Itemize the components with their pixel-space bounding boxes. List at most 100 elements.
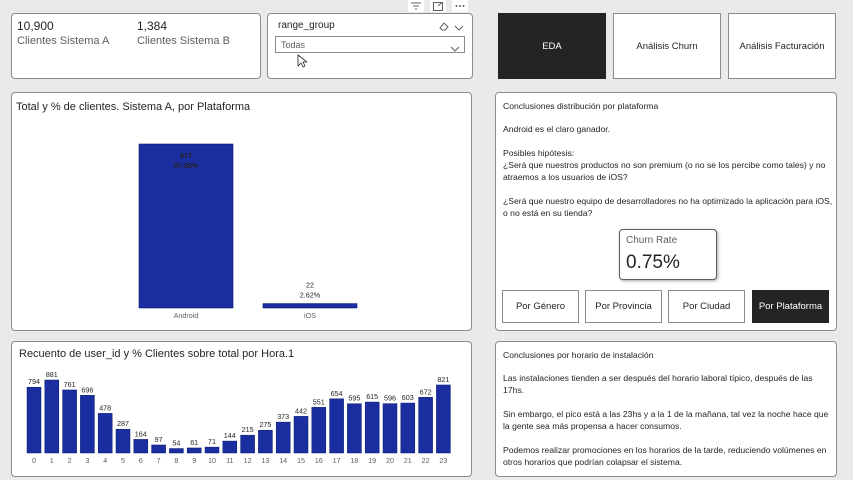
hour-bar <box>62 389 77 454</box>
by-city-button[interactable]: Por Ciudad <box>668 290 745 323</box>
hour-x-tick: 14 <box>279 456 287 465</box>
hour-bar <box>169 448 184 454</box>
eraser-icon[interactable] <box>438 19 450 31</box>
churn-rate-label: Churn Rate <box>626 235 678 246</box>
hour-data-label: 478 <box>99 403 111 412</box>
hour-bar <box>382 403 398 454</box>
platform-conclusions-p1: Android es el claro ganador. <box>503 124 611 134</box>
hour-data-label: 615 <box>366 392 378 401</box>
churn-rate-card: Churn Rate 0.75% <box>619 229 717 280</box>
hour-data-label: 61 <box>190 438 198 447</box>
hour-data-label: 215 <box>242 425 254 434</box>
platform-value-label: 817 <box>180 151 192 160</box>
hour-bar <box>240 434 255 454</box>
hour-x-tick: 12 <box>244 456 252 465</box>
hour-x-tick: 2 <box>68 456 72 465</box>
hour-bar <box>97 413 113 454</box>
platform-conclusions-p3: ¿Será que nuestro equipo de desarrollado… <box>503 196 833 218</box>
hour-x-tick: 19 <box>368 456 376 465</box>
hour-data-label: 696 <box>81 385 93 394</box>
hour-bar <box>418 397 433 454</box>
hour-bar <box>347 403 362 454</box>
hour-data-label: 287 <box>117 419 129 428</box>
hour-bar <box>26 386 42 454</box>
hour-x-tick: 10 <box>208 456 216 465</box>
nav-button-billing[interactable]: Análisis Facturación <box>728 13 836 79</box>
hour-x-tick: 11 <box>226 456 233 465</box>
hour-x-tick: 6 <box>139 456 143 465</box>
hour-x-tick: 20 <box>386 456 394 465</box>
by-platform-button[interactable]: Por Plataforma <box>752 290 829 323</box>
hour-data-label: 442 <box>295 406 307 415</box>
hour-data-label: 654 <box>331 389 343 398</box>
hour-bar <box>151 444 166 454</box>
more-options-icon[interactable] <box>452 0 468 12</box>
nav-button-eda[interactable]: EDA <box>498 13 606 79</box>
hour-data-label: 603 <box>402 393 414 402</box>
hour-data-label: 821 <box>437 375 449 384</box>
slicer-dropdown[interactable]: Todas <box>275 36 465 53</box>
hour-data-label: 672 <box>420 387 432 396</box>
hour-x-tick: 18 <box>350 456 358 465</box>
platform-percent-label: 97.38% <box>174 161 199 170</box>
focus-mode-icon[interactable] <box>430 0 446 12</box>
hour-x-tick: 23 <box>439 456 447 465</box>
hour-bar <box>311 407 327 454</box>
platform-conclusions-p2-head: Posibles hipótesis: <box>503 148 575 158</box>
hour-data-label: 275 <box>259 420 271 429</box>
hour-bar <box>204 446 220 454</box>
hour-data-label: 595 <box>348 394 360 403</box>
hour-bar <box>44 379 60 454</box>
hour-bar <box>133 439 149 454</box>
platform-bar-chart: 81797.38% Android 222.62% iOS <box>138 143 358 320</box>
hour-x-tick: 3 <box>85 456 89 465</box>
hour-x-tick: 15 <box>297 456 305 465</box>
by-province-button[interactable]: Por Provincia <box>585 290 662 323</box>
hour-x-tick: 7 <box>157 456 161 465</box>
platform-conclusions-p2-body: ¿Será que nuestros productos no son prem… <box>503 160 826 182</box>
hour-x-tick: 13 <box>261 456 269 465</box>
kpi-card: 10,900 Clientes Sistema A 1,384 Clientes… <box>11 13 261 79</box>
hour-conclusions-p3: Podemos realizar promociones en los hora… <box>503 445 827 467</box>
by-gender-button[interactable]: Por Género <box>502 290 579 323</box>
kpi-label-clients-a: Clientes Sistema A <box>17 35 110 47</box>
hour-data-label: 596 <box>384 394 396 403</box>
platform-chart-card: Total y % de clientes. Sistema A, por Pl… <box>11 92 472 331</box>
hour-bar <box>329 398 344 454</box>
hour-conclusions-p1: Las instalaciones tienden a ser después … <box>503 373 813 395</box>
filter-icon[interactable] <box>408 0 424 12</box>
hour-bar <box>258 429 273 454</box>
range-group-slicer: range_group Todas <box>267 13 473 79</box>
chevron-down-icon[interactable] <box>454 20 464 31</box>
hour-data-label: 144 <box>224 431 236 440</box>
hour-bar <box>436 384 451 454</box>
nav-button-churn[interactable]: Análisis Churn <box>613 13 721 79</box>
hour-data-label: 54 <box>172 439 180 448</box>
platform-conclusions-title: Conclusiones distribución por plataforma <box>503 101 659 111</box>
mouse-cursor-icon <box>297 54 309 73</box>
hour-x-tick: 1 <box>50 456 54 465</box>
hour-bar <box>186 447 202 454</box>
hour-bar <box>275 421 291 454</box>
hour-data-label: 164 <box>135 429 147 438</box>
kpi-value-clients-a: 10,900 <box>17 19 54 33</box>
hour-x-tick: 21 <box>404 456 412 465</box>
hour-data-label: 881 <box>46 370 58 379</box>
hour-x-tick: 5 <box>121 456 125 465</box>
hour-bar <box>222 440 238 454</box>
kpi-label-clients-b: Clientes Sistema B <box>137 35 230 47</box>
hour-conclusions-p2: Sin embargo, el pico está a las 23hs y a… <box>503 409 829 431</box>
hour-data-label: 373 <box>277 412 289 421</box>
hour-conclusions-card: Conclusiones por horario de instalación … <box>495 341 837 477</box>
hour-bar <box>293 416 309 454</box>
hour-x-tick: 16 <box>315 456 323 465</box>
hour-bar <box>400 402 416 454</box>
hour-data-label: 761 <box>64 380 76 389</box>
platform-value-label: 22 <box>306 281 314 290</box>
slicer-selected-value: Todas <box>281 40 306 50</box>
hour-chart-card: Recuento de user_id y % Clientes sobre t… <box>11 341 472 477</box>
hour-x-tick: 4 <box>103 456 107 465</box>
hour-bar-chart: 794 0 881 1 761 2 696 3 478 4 287 5 164 6 97 7 54 8 61 9 71 1… <box>26 370 451 465</box>
hour-conclusions-title: Conclusiones por horario de instalación <box>503 350 654 360</box>
dropdown-chevron-icon <box>450 40 460 58</box>
